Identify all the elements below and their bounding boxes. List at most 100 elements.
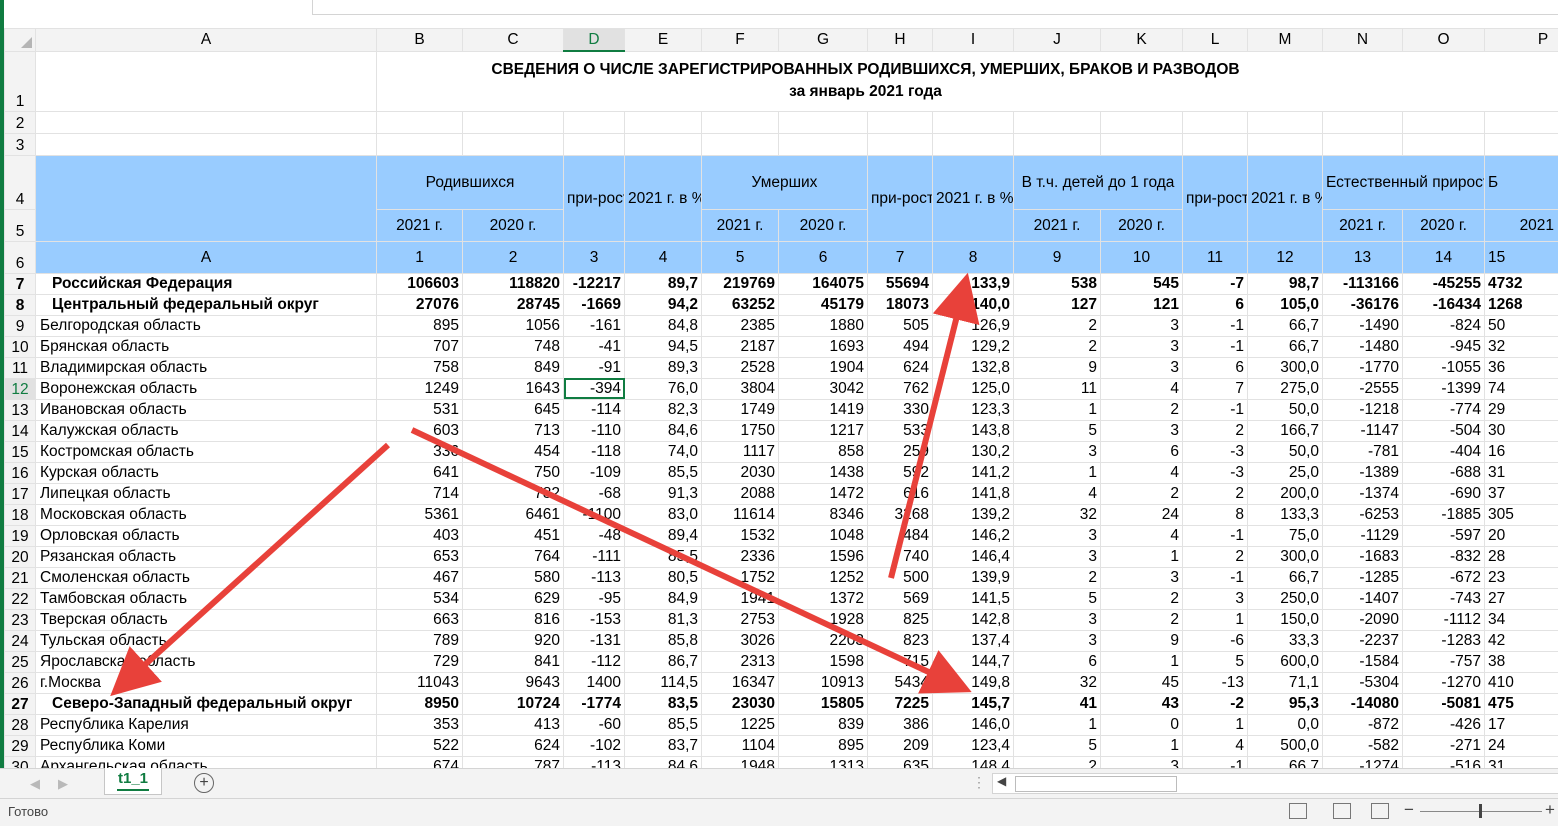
column-header[interactable]: L xyxy=(1183,29,1248,52)
column-header[interactable]: B xyxy=(377,29,463,52)
value-cell[interactable]: -1389 xyxy=(1323,462,1403,483)
value-cell[interactable]: 141,5 xyxy=(933,588,1014,609)
value-cell[interactable]: 45179 xyxy=(779,294,868,315)
row-header[interactable]: 22 xyxy=(5,588,36,609)
index-cell[interactable]: 9 xyxy=(1014,241,1101,273)
column-header[interactable]: D xyxy=(564,29,625,52)
value-cell[interactable]: 534 xyxy=(377,588,463,609)
value-cell[interactable]: 85,5 xyxy=(625,546,702,567)
value-cell[interactable]: 50 xyxy=(1485,315,1558,336)
region-name-cell[interactable]: Тверская область xyxy=(36,609,377,630)
value-cell[interactable]: -504 xyxy=(1403,420,1485,441)
value-cell[interactable]: 789 xyxy=(377,630,463,651)
value-cell[interactable]: 782 xyxy=(463,483,564,504)
value-cell[interactable]: 1225 xyxy=(702,714,779,735)
value-cell[interactable]: 94,5 xyxy=(625,336,702,357)
value-cell[interactable]: -95 xyxy=(564,588,625,609)
value-cell[interactable]: 635 xyxy=(868,756,933,768)
header-growth3[interactable]: при-рост, сни-жение xyxy=(1183,155,1248,241)
row-header[interactable]: 23 xyxy=(5,609,36,630)
value-cell[interactable]: 89,4 xyxy=(625,525,702,546)
value-cell[interactable]: 1048 xyxy=(779,525,868,546)
scroll-left-icon[interactable]: ◀ xyxy=(30,776,40,792)
normal-view-icon[interactable] xyxy=(1289,803,1307,819)
value-cell[interactable]: 758 xyxy=(377,357,463,378)
value-cell[interactable]: 1 xyxy=(1014,462,1101,483)
scroll-right-icon[interactable]: ▶ xyxy=(58,776,68,792)
value-cell[interactable]: -153 xyxy=(564,609,625,630)
value-cell[interactable]: -6 xyxy=(1183,630,1248,651)
value-cell[interactable]: 3026 xyxy=(702,630,779,651)
value-cell[interactable]: -1770 xyxy=(1323,357,1403,378)
value-cell[interactable]: 603 xyxy=(377,420,463,441)
value-cell[interactable]: 82,3 xyxy=(625,399,702,420)
value-cell[interactable]: -672 xyxy=(1403,567,1485,588)
value-cell[interactable]: 3 xyxy=(1014,546,1101,567)
value-cell[interactable]: 2 xyxy=(1183,483,1248,504)
value-cell[interactable]: 1117 xyxy=(702,441,779,462)
value-cell[interactable]: -1399 xyxy=(1403,378,1485,399)
value-cell[interactable]: 29 xyxy=(1485,399,1558,420)
row-header[interactable]: 3 xyxy=(5,133,36,155)
value-cell[interactable]: 27076 xyxy=(377,294,463,315)
value-cell[interactable]: 1400 xyxy=(564,672,625,693)
index-cell[interactable]: 13 xyxy=(1323,241,1403,273)
value-cell[interactable]: 84,6 xyxy=(625,756,702,768)
value-cell[interactable]: 674 xyxy=(377,756,463,768)
value-cell[interactable]: 1252 xyxy=(779,567,868,588)
value-cell[interactable]: 1 xyxy=(1101,651,1183,672)
value-cell[interactable]: 1749 xyxy=(702,399,779,420)
region-name-cell[interactable]: Владимирская область xyxy=(36,357,377,378)
value-cell[interactable]: -1270 xyxy=(1403,672,1485,693)
value-cell[interactable]: 4 xyxy=(1101,462,1183,483)
value-cell[interactable]: -113166 xyxy=(1323,273,1403,294)
value-cell[interactable]: 114,5 xyxy=(625,672,702,693)
region-name-cell[interactable]: Рязанская область xyxy=(36,546,377,567)
header-infants[interactable]: В т.ч. детей до 1 года xyxy=(1014,155,1183,209)
value-cell[interactable]: 5434 xyxy=(868,672,933,693)
row-header[interactable]: 10 xyxy=(5,336,36,357)
value-cell[interactable]: 1 xyxy=(1183,609,1248,630)
value-cell[interactable]: -688 xyxy=(1403,462,1485,483)
column-header[interactable]: K xyxy=(1101,29,1183,52)
value-cell[interactable]: 5361 xyxy=(377,504,463,525)
index-cell[interactable]: 10 xyxy=(1101,241,1183,273)
value-cell[interactable]: 1104 xyxy=(702,735,779,756)
value-cell[interactable]: 259 xyxy=(868,441,933,462)
value-cell[interactable]: 55694 xyxy=(868,273,933,294)
value-cell[interactable]: 715 xyxy=(868,651,933,672)
value-cell[interactable]: 141,2 xyxy=(933,462,1014,483)
cell[interactable] xyxy=(36,51,377,111)
index-cell[interactable]: 11 xyxy=(1183,241,1248,273)
value-cell[interactable]: 37 xyxy=(1485,483,1558,504)
header-died[interactable]: Умерших xyxy=(702,155,868,209)
value-cell[interactable]: 1904 xyxy=(779,357,868,378)
value-cell[interactable]: 825 xyxy=(868,609,933,630)
value-cell[interactable]: 130,2 xyxy=(933,441,1014,462)
index-cell[interactable]: 5 xyxy=(702,241,779,273)
value-cell[interactable]: 33,3 xyxy=(1248,630,1323,651)
region-name-cell[interactable]: Тамбовская область xyxy=(36,588,377,609)
value-cell[interactable]: 592 xyxy=(868,462,933,483)
row-header[interactable]: 9 xyxy=(5,315,36,336)
value-cell[interactable]: 2 xyxy=(1014,315,1101,336)
value-cell[interactable]: -13 xyxy=(1183,672,1248,693)
value-cell[interactable]: 66,7 xyxy=(1248,756,1323,768)
value-cell[interactable]: 141,8 xyxy=(933,483,1014,504)
header-year[interactable]: 2021 г. xyxy=(702,209,779,241)
row-header[interactable]: 29 xyxy=(5,735,36,756)
row-header[interactable]: 15 xyxy=(5,441,36,462)
value-cell[interactable]: -1 xyxy=(1183,756,1248,768)
value-cell[interactable]: 2313 xyxy=(702,651,779,672)
value-cell[interactable]: -118 xyxy=(564,441,625,462)
value-cell[interactable]: 31 xyxy=(1485,756,1558,768)
value-cell[interactable]: 451 xyxy=(463,525,564,546)
value-cell[interactable]: 3 xyxy=(1014,609,1101,630)
sheet-title-cell[interactable]: СВЕДЕНИЯ О ЧИСЛЕ ЗАРЕГИСТРИРОВАННЫХ РОДИ… xyxy=(377,51,1558,111)
value-cell[interactable]: 16 xyxy=(1485,441,1558,462)
value-cell[interactable]: 200,0 xyxy=(1248,483,1323,504)
select-all-corner[interactable] xyxy=(5,29,36,52)
value-cell[interactable]: -7 xyxy=(1183,273,1248,294)
value-cell[interactable]: 24 xyxy=(1485,735,1558,756)
header-year[interactable]: 2021 г. xyxy=(1323,209,1403,241)
